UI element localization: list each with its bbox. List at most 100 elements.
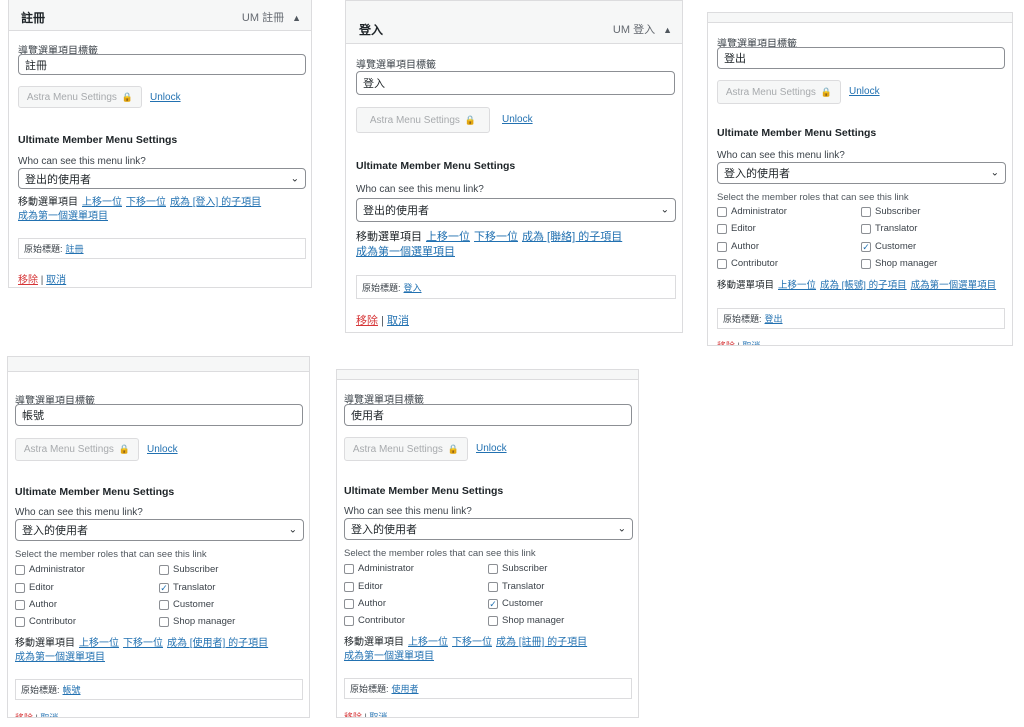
move-down-link[interactable]: 下移一位 [123,638,163,649]
role-checkbox[interactable] [861,223,871,234]
checkmark-icon[interactable]: ✓ [861,241,871,252]
move-child-link[interactable]: 成為 [登入] 的子項目 [170,197,261,208]
move-child-link[interactable]: 成為 [聯絡] 的子項目 [522,231,622,243]
who-can-see-select[interactable]: 登入的使用者 ⌄ [15,519,304,541]
nav-label-input[interactable]: 帳號 [15,404,303,426]
role-checkbox[interactable] [717,223,727,234]
move-down-link[interactable]: 下移一位 [474,231,518,243]
role-checkbox[interactable] [344,563,354,574]
move-first-link[interactable]: 成為第一個選單項目 [15,652,105,663]
role-contributor[interactable]: Contributor [344,615,405,626]
role-checkbox[interactable] [717,206,727,217]
remove-link[interactable]: 移除 [344,712,362,717]
unlock-link[interactable]: Unlock [476,443,507,454]
astra-menu-settings-button[interactable]: Astra Menu Settings 🔒 [344,437,468,461]
role-checkbox[interactable] [15,582,25,593]
panel-header[interactable]: 登入 UM 登入 ▲ [346,1,682,44]
role-checkbox[interactable] [159,564,169,575]
checkmark-icon[interactable]: ✓ [488,598,498,609]
move-up-link[interactable]: 上移一位 [778,280,816,291]
move-first-link[interactable]: 成為第一個選單項目 [356,246,455,258]
original-title-link[interactable]: 註冊 [66,242,84,255]
cancel-link[interactable]: 取消 [742,341,760,345]
who-can-see-select[interactable]: 登出的使用者 ⌄ [18,168,306,189]
remove-link[interactable]: 移除 [18,275,38,286]
move-up-link[interactable]: 上移一位 [426,231,470,243]
move-child-link[interactable]: 成為 [使用者] 的子項目 [167,638,268,649]
move-down-link[interactable]: 下移一位 [452,637,492,648]
panel-header[interactable] [708,13,1012,23]
remove-link[interactable]: 移除 [15,713,33,717]
move-child-link[interactable]: 成為 [註冊] 的子項目 [496,637,587,648]
astra-menu-settings-button[interactable]: Astra Menu Settings 🔒 [356,107,490,133]
role-subscriber[interactable]: Subscriber [159,564,218,575]
move-up-link[interactable]: 上移一位 [408,637,448,648]
nav-label-input[interactable]: 註冊 [18,54,306,75]
move-first-link[interactable]: 成為第一個選單項目 [344,651,434,662]
role-checkbox[interactable] [488,581,498,592]
unlock-link[interactable]: Unlock [147,444,178,455]
checkmark-icon[interactable]: ✓ [159,582,169,593]
role-checkbox[interactable] [15,599,25,610]
nav-label-input[interactable]: 登出 [717,47,1005,69]
role-checkbox[interactable] [861,258,871,269]
astra-menu-settings-button[interactable]: Astra Menu Settings 🔒 [18,86,142,108]
role-checkbox[interactable] [488,563,498,574]
role-editor[interactable]: Editor [344,581,383,592]
collapse-arrow-icon[interactable]: ▲ [663,25,672,35]
cancel-link[interactable]: 取消 [369,712,387,717]
role-checkbox[interactable] [159,616,169,627]
remove-link[interactable]: 移除 [717,341,735,345]
role-author[interactable]: Author [15,599,57,610]
move-first-link[interactable]: 成為第一個選單項目 [911,280,997,291]
role-customer[interactable]: ✓ Customer [861,241,916,252]
who-can-see-select[interactable]: 登入的使用者 ⌄ [717,162,1006,184]
role-author[interactable]: Author [717,241,759,252]
original-title-link[interactable]: 登入 [404,281,422,294]
role-checkbox[interactable] [15,616,25,627]
panel-header[interactable] [337,370,638,380]
unlock-link[interactable]: Unlock [502,114,533,125]
original-title-link[interactable]: 登出 [765,312,783,325]
role-translator[interactable]: ✓ Translator [159,582,215,593]
role-checkbox[interactable] [15,564,25,575]
unlock-link[interactable]: Unlock [150,92,181,103]
cancel-link[interactable]: 取消 [40,713,58,717]
nav-label-input[interactable]: 登入 [356,71,675,95]
role-checkbox[interactable] [159,599,169,610]
role-subscriber[interactable]: Subscriber [488,563,547,574]
remove-link[interactable]: 移除 [356,315,378,327]
role-translator[interactable]: Translator [861,223,917,234]
panel-header[interactable]: 註冊 UM 註冊 ▲ [9,0,311,31]
role-translator[interactable]: Translator [488,581,544,592]
role-checkbox[interactable] [861,206,871,217]
move-first-link[interactable]: 成為第一個選單項目 [18,211,108,222]
astra-menu-settings-button[interactable]: Astra Menu Settings 🔒 [717,80,841,104]
role-checkbox[interactable] [488,615,498,626]
role-subscriber[interactable]: Subscriber [861,206,920,217]
role-customer[interactable]: ✓ Customer [488,598,543,609]
role-checkbox[interactable] [717,258,727,269]
role-shop-manager[interactable]: Shop manager [159,616,235,627]
cancel-link[interactable]: 取消 [387,315,409,327]
role-checkbox[interactable] [344,615,354,626]
cancel-link[interactable]: 取消 [46,275,66,286]
nav-label-input[interactable]: 使用者 [344,404,632,426]
role-contributor[interactable]: Contributor [717,258,778,269]
role-author[interactable]: Author [344,598,386,609]
role-administrator[interactable]: Administrator [717,206,787,217]
role-checkbox[interactable] [344,581,354,592]
astra-menu-settings-button[interactable]: Astra Menu Settings 🔒 [15,438,139,461]
role-shop-manager[interactable]: Shop manager [488,615,564,626]
role-checkbox[interactable] [717,241,727,252]
unlock-link[interactable]: Unlock [849,86,880,97]
move-up-link[interactable]: 上移一位 [79,638,119,649]
move-up-link[interactable]: 上移一位 [82,197,122,208]
role-shop-manager[interactable]: Shop manager [861,258,937,269]
original-title-link[interactable]: 帳號 [63,683,81,696]
original-title-link[interactable]: 使用者 [392,682,419,695]
move-down-link[interactable]: 下移一位 [126,197,166,208]
role-administrator[interactable]: Administrator [344,563,414,574]
role-contributor[interactable]: Contributor [15,616,76,627]
move-child-link[interactable]: 成為 [帳號] 的子項目 [820,280,907,291]
